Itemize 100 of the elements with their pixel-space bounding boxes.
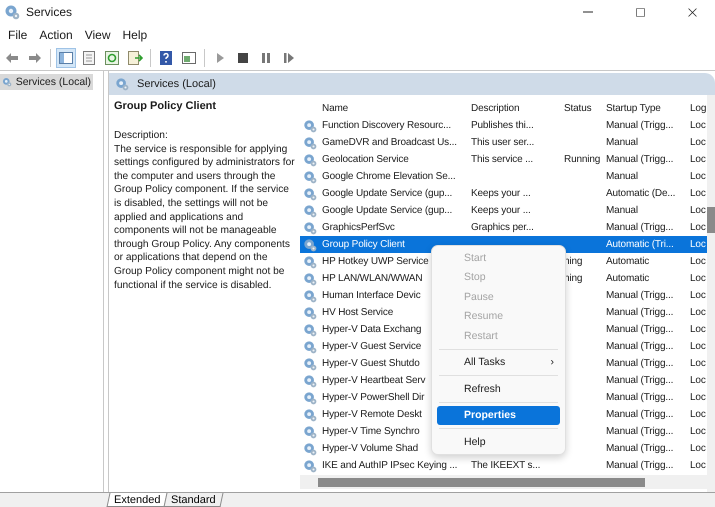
column-header[interactable]: Description xyxy=(469,102,562,114)
table-cell-text: Hyper-V Volume Shad xyxy=(321,443,420,454)
services-app-icon xyxy=(4,4,20,20)
table-cell-text: This user ser... xyxy=(470,137,536,148)
table-cell-text: Automatic xyxy=(605,273,650,284)
table-cell-text: IKE and AuthIP IPsec Keying ... xyxy=(321,460,458,471)
table-cell-text: Manual (Trigg... xyxy=(605,307,674,318)
table-cell-text: Loc xyxy=(689,137,707,148)
table-cell-text: Hyper-V Guest Service xyxy=(321,341,422,352)
table-cell-text: Loc xyxy=(689,290,707,301)
menu-item[interactable]: Action xyxy=(33,28,79,42)
table-cell-text: Geolocation Service xyxy=(321,154,410,165)
forward-arrow-icon xyxy=(27,50,43,66)
table-cell-text: Loc xyxy=(689,307,707,318)
view-tab[interactable]: Standard xyxy=(164,493,224,507)
minimize-icon xyxy=(583,11,593,13)
table-cell-text: Loc xyxy=(689,358,707,369)
menu-option[interactable]: Properties xyxy=(437,406,560,425)
table-cell-text: Manual (Trigg... xyxy=(605,154,674,165)
table-cell-text: Manual xyxy=(605,171,639,182)
gear-icon xyxy=(303,306,317,320)
table-cell-text: Loc xyxy=(689,188,707,199)
gear-icon xyxy=(115,77,129,91)
gear-icon xyxy=(303,204,317,218)
gear-icon xyxy=(2,75,12,89)
gear-icon xyxy=(303,152,317,166)
table-cell-text: Google Update Service (gup... xyxy=(321,205,454,216)
table-cell-text: Manual (Trigg... xyxy=(605,392,674,403)
gear-icon xyxy=(303,356,317,370)
gear-icon xyxy=(303,442,317,456)
column-header[interactable]: Name xyxy=(320,102,469,114)
gear-icon xyxy=(303,238,317,252)
gear-icon xyxy=(303,458,317,472)
gear-icon xyxy=(303,288,317,302)
table-cell-text: Manual (Trigg... xyxy=(605,341,674,352)
table-cell-text: Graphics per... xyxy=(470,222,535,233)
gear-icon xyxy=(303,374,317,388)
window-title: Services xyxy=(26,5,74,19)
table-cell-text: Google Update Service (gup... xyxy=(321,188,454,199)
table-cell-text: Hyper-V Data Exchang xyxy=(321,324,422,335)
table-cell-text: Function Discovery Resourc... xyxy=(321,120,452,131)
table-cell-text: The IKEEXT s... xyxy=(470,460,542,471)
table-cell-text: Hyper-V Time Synchro xyxy=(321,426,421,437)
table-cell-text: Keeps your ... xyxy=(470,205,532,216)
menu-item[interactable]: View xyxy=(78,28,116,42)
table-cell-text: Loc xyxy=(689,426,707,437)
console-tree-button[interactable] xyxy=(56,48,76,68)
menu-option[interactable]: Help xyxy=(437,432,560,452)
menu-option[interactable]: Refresh xyxy=(437,379,560,398)
refresh-button[interactable] xyxy=(102,48,122,68)
submenu-arrow: › xyxy=(550,356,554,368)
table-cell-text: Loc xyxy=(689,222,707,233)
table-cell-text: Manual xyxy=(605,205,639,216)
table-cell-text: Manual (Trigg... xyxy=(605,443,674,454)
table-cell-text: Group Policy Client xyxy=(321,239,406,250)
table-cell-text: Hyper-V Heartbeat Serv xyxy=(321,375,426,386)
table-cell-text: Automatic (De... xyxy=(605,188,676,199)
export-list-button[interactable] xyxy=(125,48,145,68)
maximize-icon xyxy=(634,6,646,18)
tree-item[interactable]: Services (Local) xyxy=(0,74,93,90)
export-list-icon xyxy=(127,50,143,66)
vertical-scrollbar[interactable] xyxy=(707,95,715,492)
table-cell-text: Manual (Trigg... xyxy=(605,426,674,437)
table-cell-text: Manual (Trigg... xyxy=(605,375,674,386)
table-cell-text: Loc xyxy=(689,239,707,250)
table-cell-text: Manual (Trigg... xyxy=(605,222,674,233)
table-cell-text: Loc xyxy=(689,256,707,267)
gear-icon xyxy=(303,186,317,200)
gear-icon xyxy=(303,390,317,404)
table-cell-text: Loc xyxy=(689,154,707,165)
description-label: Description: xyxy=(114,129,169,143)
description-text: The service is responsible for applying settings configured by administrators for the computer and users through the Group Policy component. If the service is disabled, the settings will not be applied and applications and components will not be manageable through Group Policy. Any components or applications that depend on the Group Policy component might not be functional if the service is disabled. xyxy=(114,142,296,292)
column-header[interactable]: Status xyxy=(562,102,604,114)
gear-icon xyxy=(303,136,317,150)
table-cell-text: GraphicsPerfSvc xyxy=(321,222,396,233)
table-cell-text: Loc xyxy=(689,205,707,216)
menu-item[interactable]: File xyxy=(2,28,34,42)
stop-icon xyxy=(235,50,251,66)
table-cell-text: Hyper-V PowerShell Dir xyxy=(321,392,426,403)
gear-icon xyxy=(303,170,317,184)
table-cell-text: Loc xyxy=(689,324,707,335)
table-cell-text: Publishes thi... xyxy=(470,120,535,131)
view-tab[interactable]: Extended xyxy=(106,493,168,507)
table-cell-text: Google Chrome Elevation Se... xyxy=(321,171,457,182)
menu-option[interactable]: All Tasks › xyxy=(437,352,560,372)
table-cell-text: Loc xyxy=(689,409,707,420)
table-cell-text: Loc xyxy=(689,120,707,131)
gear-icon xyxy=(303,272,317,286)
table-cell-text: Loc xyxy=(689,460,707,471)
column-header[interactable]: Startup Type xyxy=(604,102,688,114)
gear-icon xyxy=(303,340,317,354)
panel-view-icon xyxy=(181,50,197,66)
column-header[interactable]: Log xyxy=(688,102,715,114)
table-cell-text: Manual (Trigg... xyxy=(605,358,674,369)
service-title: Group Policy Client xyxy=(114,100,218,112)
horizontal-scrollbar[interactable] xyxy=(300,475,707,489)
menu-item[interactable]: Help xyxy=(116,28,154,42)
panel-title: Services (Local) xyxy=(137,78,216,90)
gear-icon xyxy=(303,254,317,268)
table-cell-text: Manual (Trigg... xyxy=(605,290,674,301)
